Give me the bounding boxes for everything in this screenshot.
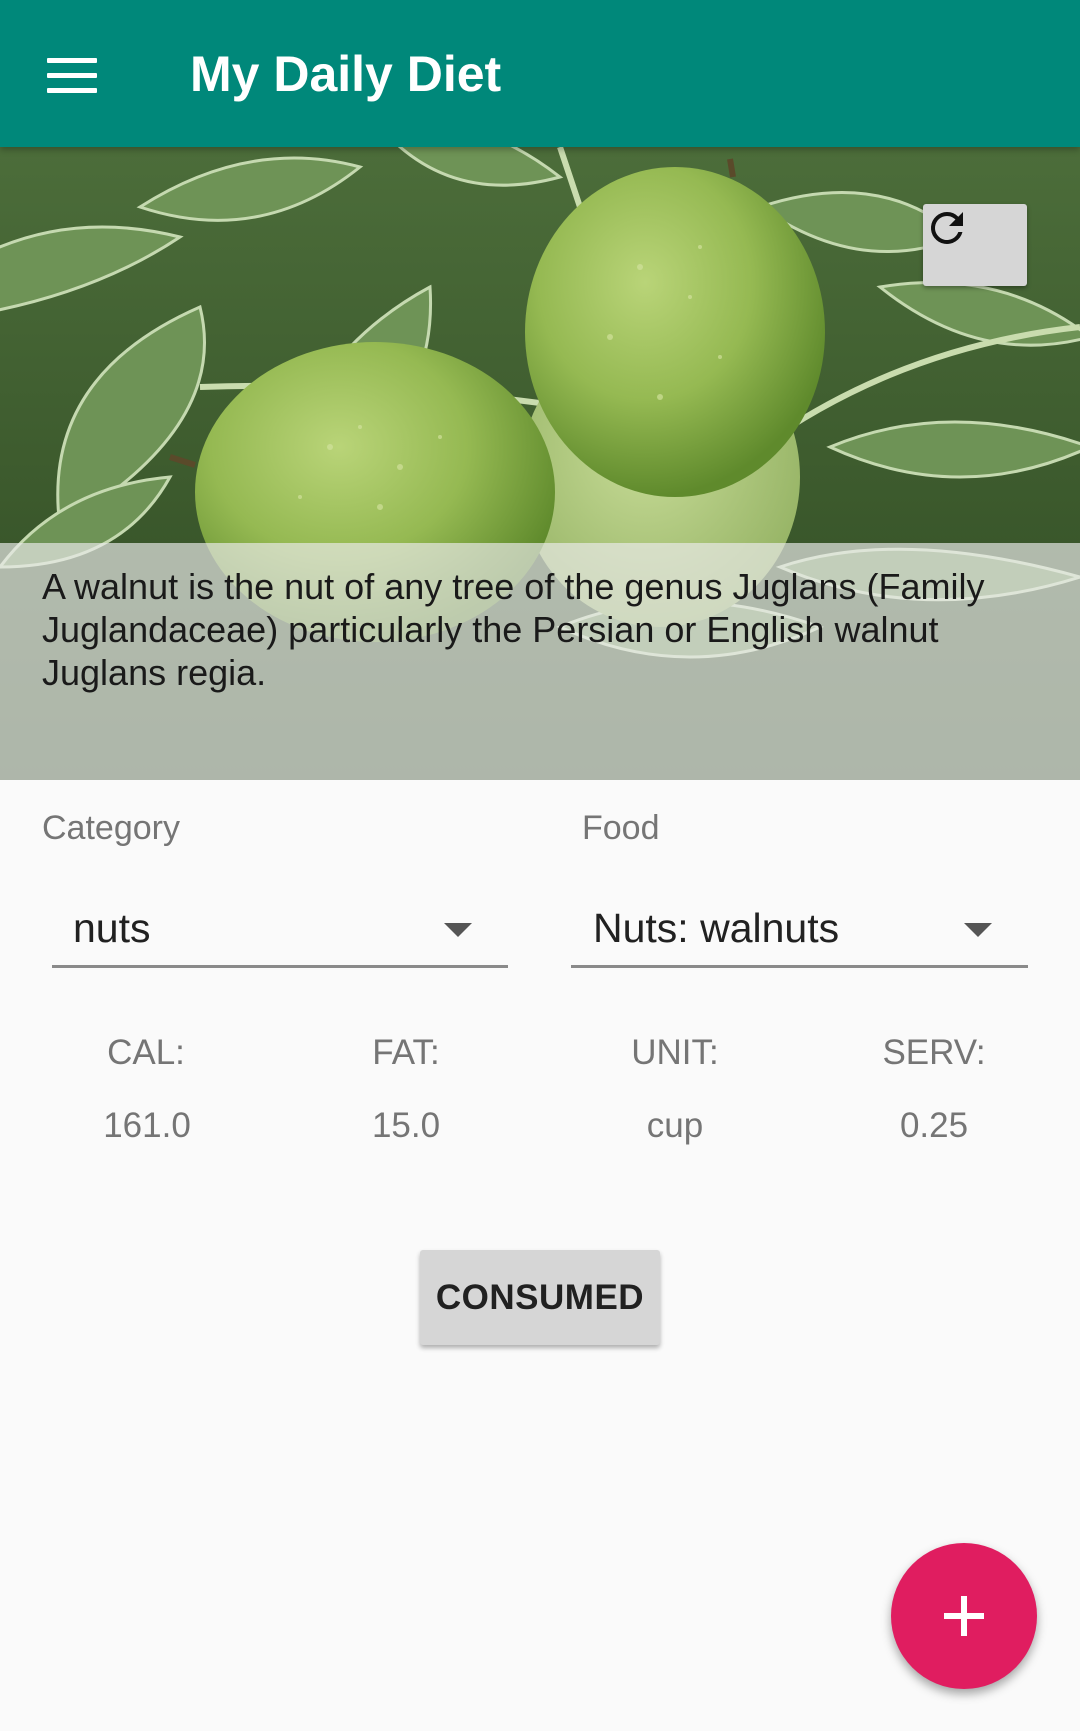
hero-image-card: A walnut is the nut of any tree of the g… — [0, 147, 1080, 780]
category-spinner[interactable]: nuts — [52, 893, 508, 968]
food-label: Food — [582, 809, 660, 847]
dropdown-arrow-icon — [444, 923, 472, 937]
food-description: A walnut is the nut of any tree of the g… — [42, 566, 985, 693]
cal-value: 161.0 — [103, 1106, 191, 1145]
category-selected-value: nuts — [73, 905, 151, 951]
serv-label: SERV: — [882, 1033, 986, 1072]
fat-value: 15.0 — [371, 1106, 441, 1145]
serv-value: 0.25 — [899, 1106, 969, 1145]
refresh-button[interactable] — [923, 204, 1027, 286]
fat-label: FAT: — [372, 1033, 440, 1072]
dropdown-arrow-icon — [964, 923, 992, 937]
app-title: My Daily Diet — [190, 46, 502, 102]
food-spinner[interactable]: Nuts: walnuts — [571, 893, 1028, 968]
category-label: Category — [42, 809, 180, 847]
food-selected-value: Nuts: walnuts — [593, 905, 840, 951]
plus-icon — [944, 1596, 984, 1636]
unit-label: UNIT: — [631, 1033, 719, 1072]
unit-value: cup — [646, 1106, 704, 1145]
app-bar: My Daily Diet — [0, 0, 1080, 147]
cal-label: CAL: — [107, 1033, 185, 1072]
consumed-button[interactable]: CONSUMED — [420, 1250, 660, 1345]
menu-icon[interactable] — [34, 40, 110, 110]
description-overlay: A walnut is the nut of any tree of the g… — [0, 543, 1080, 780]
add-fab-button[interactable] — [891, 1543, 1037, 1689]
refresh-icon — [930, 211, 963, 244]
